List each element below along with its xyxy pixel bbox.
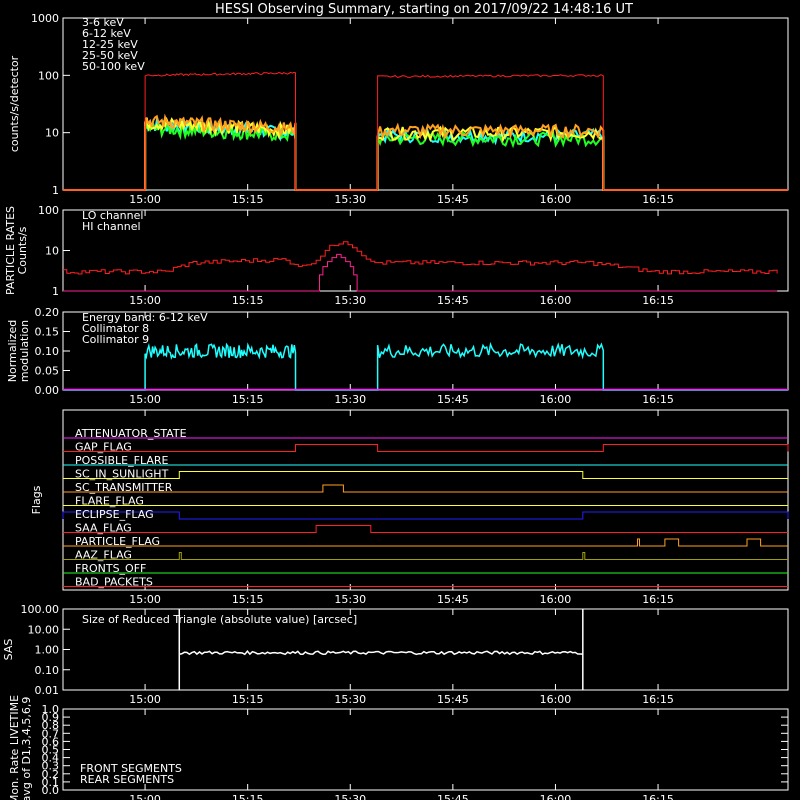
sas-x-tick-label: 16:00 [540, 693, 572, 706]
particle-x-tick-label: 15:15 [232, 294, 264, 307]
flag-row-label: SC_TRANSMITTER [75, 481, 173, 494]
modulation-y-tick-label: 0.05 [35, 365, 60, 378]
livetime-x-tick-label: 16:15 [642, 793, 674, 800]
background [0, 0, 800, 800]
modulation-y-tick-label: 0.15 [35, 326, 60, 339]
counts-y-tick-label: 100 [38, 69, 59, 82]
particle-y-tick-label: 10 [45, 245, 59, 258]
flag-row-label: SC_IN_SUNLIGHT [75, 468, 169, 481]
sas-x-tick-label: 15:45 [437, 693, 469, 706]
counts-y-label: counts/s/detector [8, 55, 21, 152]
sas-x-tick-label: 15:30 [334, 693, 366, 706]
flags-y-label: Flags [30, 485, 43, 514]
sas-y-tick-label: 0.01 [35, 684, 60, 697]
flag-row-label: FLARE_FLAG [75, 495, 144, 508]
flags-x-tick-label: 15:45 [437, 593, 469, 606]
particle-y-tick-label: 100 [38, 204, 59, 217]
modulation-y-tick-label: 0.20 [35, 306, 60, 319]
counts-x-tick-label: 16:00 [540, 193, 572, 206]
chart-title: HESSI Observing Summary, starting on 201… [215, 2, 633, 17]
particle-x-tick-label: 15:00 [129, 294, 161, 307]
flag-row-label: AAZ_FLAG [75, 549, 132, 562]
modulation-x-tick-label: 15:00 [129, 393, 161, 406]
modulation-y-tick-label: 0.00 [35, 384, 60, 397]
modulation-x-tick-label: 15:30 [334, 393, 366, 406]
livetime-x-tick-label: 16:00 [540, 793, 572, 800]
flag-row-label: GAP_FLAG [75, 441, 132, 454]
sas-annotation: Size of Reduced Triangle (absolute value… [82, 613, 357, 626]
counts-x-tick-label: 15:15 [232, 193, 264, 206]
livetime-x-tick-label: 15:45 [437, 793, 469, 800]
flag-row-label: ECLIPSE_FLAG [75, 508, 154, 521]
counts-x-tick-label: 15:00 [129, 193, 161, 206]
livetime-legend-entry: REAR SEGMENTS [80, 773, 174, 786]
particle-x-tick-label: 16:15 [642, 294, 674, 307]
sas-y-label: SAS [2, 639, 15, 661]
flags-x-tick-label: 15:00 [129, 593, 161, 606]
flags-x-tick-label: 16:15 [642, 593, 674, 606]
sas-x-tick-label: 16:15 [642, 693, 674, 706]
livetime-x-tick-label: 15:30 [334, 793, 366, 800]
modulation-x-tick-label: 16:00 [540, 393, 572, 406]
flags-x-tick-label: 15:15 [232, 593, 264, 606]
flag-row-label: POSSIBLE_FLARE [75, 454, 169, 467]
livetime-y-label: avg of D1,3,4,5,6,9 [20, 697, 33, 800]
sas-x-tick-label: 15:15 [232, 693, 264, 706]
modulation-x-tick-label: 16:15 [642, 393, 674, 406]
counts-legend-entry: 50-100 keV [82, 60, 145, 73]
flags-x-tick-label: 15:30 [334, 593, 366, 606]
livetime-y-tick-label: 1.0 [42, 703, 60, 716]
sas-y-tick-label: 1.00 [35, 644, 60, 657]
counts-y-tick-label: 1000 [31, 12, 59, 25]
flag-row-label: BAD_PACKETS [75, 576, 153, 589]
flag-row-label: ATTENUATOR_STATE [75, 427, 187, 440]
particle-x-tick-label: 15:30 [334, 294, 366, 307]
modulation-y-tick-label: 0.10 [35, 345, 60, 358]
modulation-x-tick-label: 15:45 [437, 393, 469, 406]
counts-y-tick-label: 1 [52, 184, 59, 197]
livetime-x-tick-label: 15:00 [129, 793, 161, 800]
livetime-x-tick-label: 15:15 [232, 793, 264, 800]
counts-x-tick-label: 16:15 [642, 193, 674, 206]
particle-x-tick-label: 15:45 [437, 294, 469, 307]
hessi-summary-chart: HESSI Observing Summary, starting on 201… [0, 0, 800, 800]
sas-y-tick-label: 0.10 [35, 664, 60, 677]
flags-x-tick-label: 16:00 [540, 593, 572, 606]
flag-row-label: SAA_FLAG [75, 522, 132, 535]
counts-x-tick-label: 15:45 [437, 193, 469, 206]
modulation-x-tick-label: 15:15 [232, 393, 264, 406]
particle-y-tick-label: 1 [52, 285, 59, 298]
counts-x-tick-label: 15:30 [334, 193, 366, 206]
modulation-legend-entry: Collimator 9 [82, 333, 149, 346]
sas-x-tick-label: 15:00 [129, 693, 161, 706]
particle-x-tick-label: 16:00 [540, 294, 572, 307]
modulation-y-label: modulation [18, 320, 31, 382]
counts-y-tick-label: 10 [45, 127, 59, 140]
particle-y-label: Counts/s [16, 226, 29, 274]
sas-y-tick-label: 10.00 [28, 623, 60, 636]
sas-y-tick-label: 100.00 [21, 603, 60, 616]
flag-row-label: FRONTS_OFF [75, 562, 146, 575]
particle-legend-entry: HI channel [82, 220, 141, 233]
flag-row-label: PARTICLE_FLAG [75, 535, 160, 548]
